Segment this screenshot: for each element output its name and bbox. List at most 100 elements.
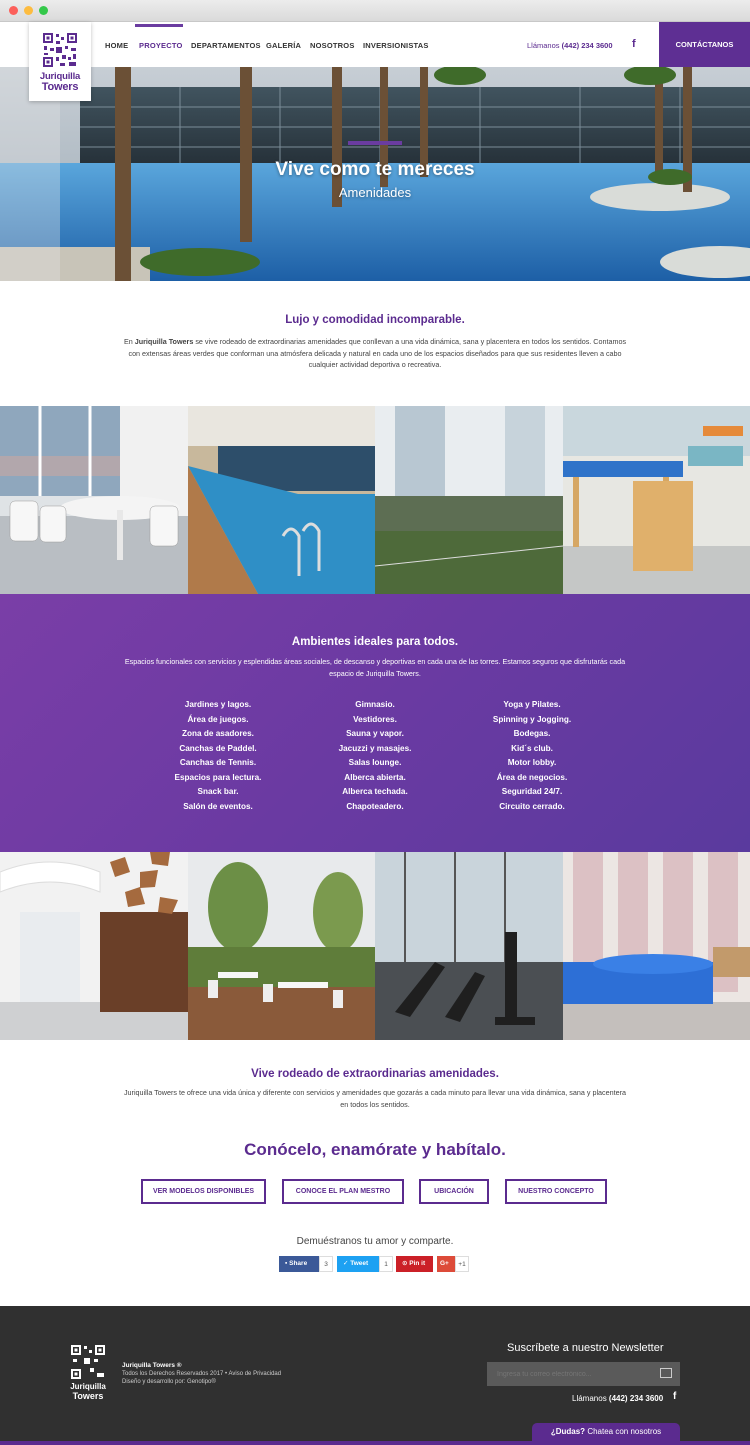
- phone-label: Llámanos: [527, 41, 560, 50]
- pinterest-share-button[interactable]: ⊙ Pin it: [396, 1256, 433, 1272]
- gallery-image-indoor-pool[interactable]: [188, 406, 375, 594]
- footer-phone[interactable]: Llámanos (442) 234 3600: [572, 1394, 663, 1403]
- meeting-room-image: [0, 406, 188, 594]
- facebook-share-icon: ▪: [285, 1260, 288, 1267]
- newsletter-email-input[interactable]: [487, 1362, 680, 1386]
- amenities-column-2: Gimnasio. Vestidores. Sauna y vapor. Jac…: [295, 698, 455, 814]
- outro-heading: Vive rodeado de extraordinarias amenidad…: [251, 1068, 499, 1080]
- amenity-item: Sauna y vapor.: [346, 729, 404, 738]
- amenity-item: Circuito cerrado.: [499, 801, 565, 811]
- facebook-share-count: 3: [319, 1256, 333, 1272]
- view-models-button[interactable]: VER MODELOS DISPONIBLES: [141, 1179, 266, 1204]
- maximize-window-icon[interactable]: [39, 6, 48, 15]
- browser-chrome: [0, 0, 750, 22]
- gallery-image-tennis-court[interactable]: [375, 406, 563, 594]
- qr-logo-icon: [42, 32, 78, 68]
- footer-facebook-icon[interactable]: f: [673, 1391, 676, 1402]
- amenity-item: Kid´s club.: [511, 743, 553, 753]
- gallery-image-kids-club[interactable]: [563, 406, 750, 594]
- nav-galeria[interactable]: GALERÍA: [266, 41, 301, 50]
- nav-phone[interactable]: Llámanos (442) 234 3600: [527, 41, 613, 50]
- location-button[interactable]: UBICACIÓN: [419, 1179, 489, 1204]
- close-window-icon[interactable]: [9, 6, 18, 15]
- lounge-image: [563, 852, 750, 1040]
- indoor-pool-image: [188, 406, 375, 594]
- gallery-image-lounge[interactable]: [563, 852, 750, 1040]
- amenity-item: Vestidores.: [353, 714, 397, 724]
- amenities-section: Ambientes ideales para todos. Espacios f…: [0, 594, 750, 852]
- browser-window: HOME PROYECTO DEPARTAMENTOS GALERÍA NOSO…: [0, 0, 750, 1445]
- google-plus-share-button[interactable]: G+: [437, 1256, 455, 1272]
- amenity-item: Canchas de Paddel.: [179, 743, 257, 753]
- footer-phone-number: (442) 234 3600: [608, 1394, 664, 1403]
- intro-paragraph: En Juriquilla Towers se vive rodeado de …: [120, 336, 630, 371]
- twitter-share-label: Tweet: [350, 1260, 369, 1267]
- our-concept-button[interactable]: NUESTRO CONCEPTO: [505, 1179, 607, 1204]
- facebook-share-button[interactable]: ▪ Share: [279, 1256, 319, 1272]
- amenity-item: Canchas de Tennis.: [179, 758, 257, 767]
- hero-banner: Vive como te mereces Amenidades: [0, 67, 750, 281]
- amenities-column-1: Jardines y lagos. Área de juegos. Zona d…: [138, 698, 298, 814]
- facebook-icon[interactable]: f: [632, 38, 636, 50]
- gallery-image-lobby[interactable]: [0, 852, 188, 1040]
- site-logo[interactable]: Juriquilla Towers: [29, 22, 91, 101]
- intro-brand: Juriquilla Towers: [134, 337, 194, 346]
- gallery-image-terrace[interactable]: [188, 852, 375, 1040]
- amenity-item: Área de juegos.: [187, 714, 249, 724]
- amenity-item: Alberca techada.: [342, 787, 408, 796]
- footer-credits[interactable]: Diseño y desarrollo por: Genotipo®: [122, 1379, 216, 1385]
- intro-text: se vive rodeado de extraordinarias ameni…: [128, 337, 627, 369]
- amenity-item: Zona de asadores.: [182, 729, 254, 738]
- amenity-item: Jardines y lagos.: [184, 700, 252, 709]
- amenity-item: Salón de eventos.: [183, 801, 253, 811]
- chat-question: ¿Dudas?: [550, 1427, 586, 1436]
- footer-company-name: Juriquilla Towers ®: [122, 1362, 182, 1369]
- amenity-item: Gimnasio.: [355, 700, 395, 709]
- nav-nosotros[interactable]: NOSOTROS: [310, 41, 355, 50]
- hero-accent-bar: [348, 141, 402, 145]
- gallery-image-gym[interactable]: [375, 852, 563, 1040]
- newsletter-send-icon[interactable]: [660, 1368, 672, 1378]
- phone-number: (442) 234 3600: [561, 41, 613, 50]
- nav-departamentos[interactable]: DEPARTAMENTOS: [191, 41, 261, 50]
- intro-prefix: En: [123, 337, 133, 346]
- intro-heading: Lujo y comodidad incomparable.: [285, 314, 465, 326]
- twitter-share-count: 1: [379, 1256, 393, 1272]
- amenity-item: Espacios para lectura.: [174, 772, 262, 782]
- footer-qr-icon: [71, 1345, 105, 1379]
- minimize-window-icon[interactable]: [24, 6, 33, 15]
- lobby-image: [0, 852, 188, 1040]
- contact-button[interactable]: CONTÁCTANOS: [659, 22, 750, 67]
- nav-proyecto[interactable]: PROYECTO: [139, 41, 183, 50]
- hero-subtitle: Amenidades: [338, 185, 412, 200]
- active-nav-indicator: [135, 24, 183, 27]
- twitter-share-button[interactable]: ✓ Tweet: [337, 1256, 379, 1272]
- amenity-item: Alberca abierta.: [344, 772, 406, 782]
- bottom-accent-line: [0, 1441, 750, 1445]
- facebook-share-label: Share: [289, 1260, 308, 1267]
- amenity-item: Área de negocios.: [496, 772, 568, 782]
- gym-image: [375, 852, 563, 1040]
- google-plus-count: +1: [455, 1256, 469, 1272]
- hero-title: Vive como te mereces: [275, 159, 475, 180]
- gallery-image-meeting-room[interactable]: [0, 406, 188, 594]
- footer-copyright[interactable]: Todos los Derechos Reservados 2017 • Avi…: [122, 1371, 281, 1377]
- newsletter-heading: Suscríbete a nuestro Newsletter: [507, 1342, 664, 1354]
- master-plan-button[interactable]: CONOCE EL PLAN MESTRO: [282, 1179, 404, 1204]
- kids-club-image: [563, 406, 750, 594]
- amenity-item: Snack bar.: [197, 787, 239, 796]
- amenity-item: Jacuzzi y masajes.: [338, 743, 412, 753]
- footer-logo-towers: Towers: [72, 1391, 104, 1401]
- footer-logo-juriquilla: Juriquilla: [70, 1382, 106, 1391]
- amenity-item: Bodegas.: [513, 729, 551, 738]
- amenities-column-3: Yoga y Pilates. Spinning y Jogging. Bode…: [452, 698, 612, 814]
- nav-inversionistas[interactable]: INVERSIONISTAS: [363, 41, 429, 50]
- footer-logo[interactable]: Juriquilla Towers: [68, 1344, 108, 1404]
- amenities-paragraph: Espacios funcionales con servicios y esp…: [124, 657, 626, 678]
- amenity-item: Seguridad 24/7.: [501, 787, 563, 796]
- amenity-item: Spinning y Jogging.: [492, 714, 572, 724]
- tennis-court-image: [375, 406, 563, 594]
- twitter-bird-icon: ✓: [343, 1260, 349, 1267]
- amenity-item: Salas lounge.: [348, 758, 402, 767]
- nav-home[interactable]: HOME: [105, 41, 128, 50]
